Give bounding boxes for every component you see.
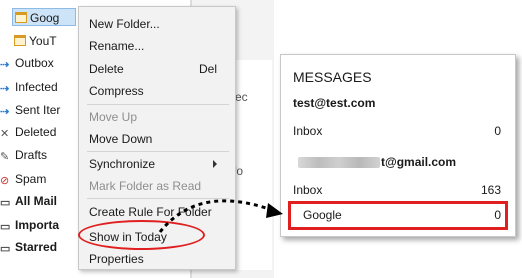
- menu-item-mark-folder-read: Mark Folder as Read: [89, 179, 202, 193]
- sent-icon: ⇢: [0, 106, 10, 118]
- menu-separator: [87, 104, 229, 105]
- spam-icon: ⊘: [0, 175, 10, 187]
- background-text-fragment: ec: [235, 90, 248, 104]
- folder-item-important[interactable]: ▭ Importa: [0, 216, 59, 234]
- folder-item-youtube[interactable]: YouT: [14, 32, 57, 50]
- account-email[interactable]: test@test.com: [293, 96, 375, 110]
- folder-label: Drafts: [15, 148, 48, 162]
- menu-item-compress[interactable]: Compress: [89, 82, 225, 100]
- folder-label: Starred: [15, 240, 58, 254]
- messages-panel: MESSAGES test@test.com Inbox 0 t@gmail.c…: [280, 54, 516, 237]
- menu-item-create-rule[interactable]: Create Rule For Folder: [89, 203, 225, 221]
- folder-label: Goog: [30, 11, 60, 25]
- folder-label: Outbox: [15, 56, 54, 70]
- account1-inbox-label[interactable]: Inbox: [293, 124, 322, 138]
- menu-item-rename[interactable]: Rename...: [89, 37, 225, 55]
- account2-email[interactable]: t@gmail.com: [381, 155, 456, 169]
- inbox-icon: ▭: [0, 197, 11, 209]
- menu-separator: [87, 198, 229, 199]
- folder-label: All Mail: [15, 194, 58, 208]
- account1-inbox-count: 0: [494, 124, 501, 138]
- highlight-ellipse: [78, 220, 205, 250]
- highlight-box: [288, 201, 508, 230]
- messages-title: MESSAGES: [293, 69, 372, 85]
- folder-item-google[interactable]: Goog: [12, 8, 76, 26]
- folder-item-drafts[interactable]: ✎ Drafts: [0, 146, 47, 164]
- shortcut-label: Del: [198, 62, 217, 76]
- account2-inbox-label[interactable]: Inbox: [293, 183, 322, 197]
- reading-pane: ec fo: [232, 60, 272, 270]
- folder-item-spam[interactable]: ⊘ Spam: [0, 170, 46, 188]
- folder-label: Spam: [15, 172, 47, 186]
- drafts-icon: ✎: [0, 151, 10, 163]
- star-icon: ▭: [0, 243, 11, 255]
- outbox-icon: ⇢: [0, 59, 10, 71]
- trash-icon: ✕: [0, 128, 10, 140]
- folder-item-outbox[interactable]: ⇢ Outbox: [0, 54, 54, 72]
- folder-label: Deleted: [15, 125, 57, 139]
- menu-item-delete[interactable]: Delete Del: [89, 60, 225, 78]
- menu-item-properties[interactable]: Properties: [89, 250, 225, 268]
- account2-inbox-count: 163: [480, 183, 501, 197]
- folder-item-sent[interactable]: ⇢ Sent Iter: [0, 101, 60, 119]
- folder-item-deleted[interactable]: ✕ Deleted: [0, 123, 56, 141]
- menu-separator: [87, 151, 229, 152]
- menu-item-move-down[interactable]: Move Down: [89, 130, 225, 148]
- menu-item-move-up: Move Up: [89, 110, 138, 124]
- folder-item-all-mail[interactable]: ▭ All Mail: [0, 192, 57, 210]
- infected-icon: ⇢: [0, 83, 10, 95]
- important-icon: ▭: [0, 221, 11, 233]
- menu-item-synchronize[interactable]: Synchronize: [89, 155, 225, 173]
- folder-icon: [14, 35, 26, 46]
- menu-item-new-folder[interactable]: New Folder...: [89, 15, 225, 33]
- folder-item-starred[interactable]: ▭ Starred: [0, 238, 57, 256]
- folder-item-infected[interactable]: ⇢ Infected: [0, 78, 58, 96]
- submenu-arrow-icon: [213, 160, 217, 168]
- folder-label: YouT: [29, 34, 57, 48]
- redacted-email-blur: [298, 157, 380, 168]
- folder-label: Sent Iter: [15, 103, 61, 117]
- folder-label: Importa: [15, 218, 60, 232]
- folder-icon: [15, 12, 27, 23]
- folder-label: Infected: [15, 80, 58, 94]
